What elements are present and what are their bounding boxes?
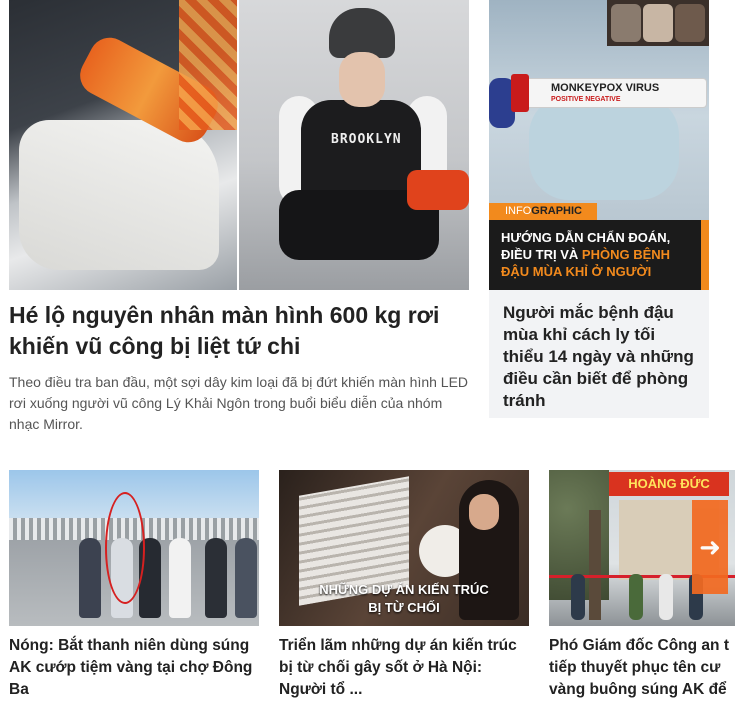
article-card[interactable]: Nóng: Bắt thanh niên dùng súng AK cướp t… — [9, 470, 259, 701]
card-image[interactable]: NHỮNG DỰ ÁN KIẾN TRÚC BỊ TỪ CHỐI — [279, 470, 529, 626]
infographic-title[interactable]: Người mắc bệnh đậu mùa khỉ cách ly tối t… — [489, 290, 709, 424]
card-title-line: Người tổ ... — [279, 681, 363, 698]
test-tube-cap — [511, 74, 529, 112]
infographic-badge: INFOGRAPHIC — [489, 203, 597, 220]
tube-label: MONKEYPOX VIRUS — [551, 82, 660, 94]
image-caption-2: BỊ TỪ CHỐI — [368, 600, 440, 615]
infographic-panel: HƯỚNG DẪN CHẨN ĐOÁN, ĐIỀU TRỊ VÀ PHÒNG B… — [489, 220, 709, 290]
card-title[interactable]: Nóng: Bắt thanh niên dùng súng AK cướp t… — [9, 635, 259, 701]
infographic-article[interactable]: MONKEYPOX VIRUS POSITIVE NEGATIVE INFOGR… — [489, 0, 709, 418]
photo-hat — [329, 8, 395, 58]
card-title-line: Triển lãm những dự án kiến trúc — [279, 637, 517, 654]
card-title-line: vàng buông súng AK để — [549, 681, 727, 698]
card-title-line: bị từ chối gây sốt ở Hà Nội: — [279, 659, 483, 676]
card-title[interactable]: Phó Giám đốc Công an t tiếp thuyết phục … — [549, 635, 735, 701]
tube-sub-label: POSITIVE NEGATIVE — [551, 96, 621, 103]
image-caption-1: NHỮNG DỰ ÁN KIẾN TRÚC — [319, 582, 489, 597]
featured-summary: Theo điều tra ban đầu, một sợi dây kim l… — [9, 374, 469, 432]
thumb-3 — [675, 4, 705, 42]
card-title[interactable]: Triển lãm những dự án kiến trúc bị từ ch… — [279, 635, 529, 701]
highlight-circle — [105, 492, 145, 604]
photo-face — [339, 52, 385, 107]
photo-person — [571, 574, 585, 620]
photo-bag — [407, 170, 469, 210]
photo-face — [469, 494, 499, 530]
featured-image[interactable]: BROOKLYN — [9, 0, 469, 290]
card-title-line: tiếp thuyết phục tên cư — [549, 659, 721, 676]
featured-title[interactable]: Hé lộ nguyên nhân màn hình 600 kg rơi kh… — [9, 300, 469, 362]
panel-line-2b: PHÒNG BỆNH — [581, 247, 671, 262]
article-card[interactable]: NHỮNG DỰ ÁN KIẾN TRÚC BỊ TỪ CHỐI Triển l… — [279, 470, 529, 701]
photo-person — [169, 538, 191, 618]
photo-person — [629, 574, 643, 620]
card-image[interactable] — [9, 470, 259, 626]
thumb-2 — [643, 4, 673, 42]
carousel-next-button[interactable]: ➜ — [692, 500, 728, 594]
card-title-line: Ba — [9, 681, 29, 698]
panel-line-2a: ĐIỀU TRỊ VÀ — [501, 247, 582, 262]
card-title-line: Nóng: Bắt thanh niên dùng súng — [9, 637, 250, 654]
badge-prefix: INFO — [505, 205, 532, 217]
photo-trunk — [589, 510, 601, 620]
photo-person — [659, 574, 673, 620]
thumb-1 — [611, 4, 641, 42]
panel-line-3: ĐẬU MÙA KHỈ Ở NGƯỜI — [501, 264, 652, 279]
shop-sign: HOÀNG ĐỨC — [609, 472, 729, 496]
infographic-thumbnails — [607, 0, 709, 46]
photo-person — [205, 538, 227, 618]
jersey-text: BROOKLYN — [331, 132, 402, 147]
infographic-image[interactable]: MONKEYPOX VIRUS POSITIVE NEGATIVE INFOGR… — [489, 0, 709, 290]
badge-suffix: GRAPHIC — [531, 205, 583, 217]
photo-person — [79, 538, 101, 618]
arrow-right-icon: ➜ — [699, 532, 721, 562]
photo-person — [235, 538, 257, 618]
photo-stripe — [179, 0, 237, 130]
featured-photo-dancer: BROOKLYN — [239, 0, 469, 290]
face-mask — [529, 95, 679, 200]
panel-accent — [701, 220, 709, 290]
panel-line-2: ĐIỀU TRỊ VÀ PHÒNG BỆNH — [501, 246, 697, 263]
card-title-line: AK cướp tiệm vàng tại chợ Đông — [9, 659, 253, 676]
card-title-line: Phó Giám đốc Công an t — [549, 637, 729, 654]
panel-line-1: HƯỚNG DẪN CHẨN ĐOÁN, — [501, 230, 671, 245]
featured-photo-stretcher — [9, 0, 237, 290]
featured-article[interactable]: BROOKLYN Hé lộ nguyên nhân màn hình 600 … — [9, 0, 469, 435]
